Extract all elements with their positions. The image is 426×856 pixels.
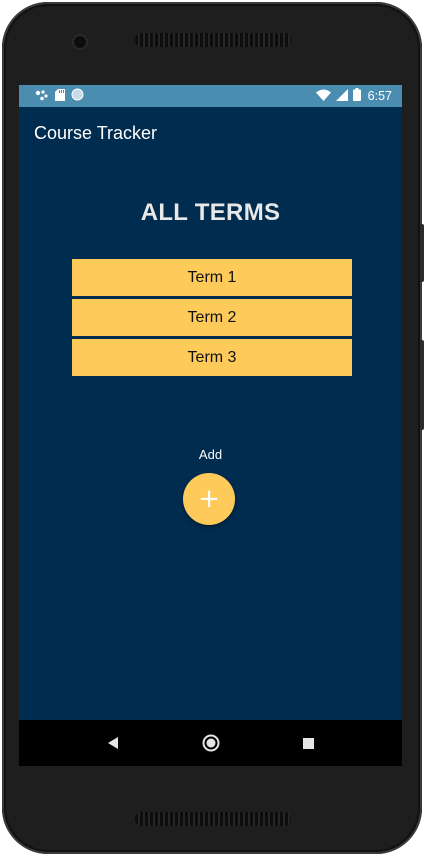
signal-icon	[335, 88, 348, 104]
add-term-button[interactable]: +	[183, 473, 235, 525]
status-time: 6:57	[367, 89, 392, 103]
term-button-1[interactable]: Term 1	[72, 259, 352, 296]
sd-card-icon	[55, 88, 65, 104]
app-bar: Course Tracker	[19, 107, 402, 159]
term-list: Term 1 Term 2 Term 3	[72, 259, 352, 379]
plus-icon: +	[198, 484, 220, 514]
top-speaker	[135, 33, 291, 47]
back-button[interactable]	[100, 730, 126, 756]
home-icon	[202, 734, 219, 752]
status-bar: 6:57	[19, 85, 402, 107]
back-icon	[108, 737, 118, 749]
screen: 6:57 Course Tracker ALL TERMS Term 1 Ter…	[19, 85, 402, 766]
status-right-icons: 6:57	[315, 88, 392, 104]
power-button	[420, 340, 424, 430]
front-camera	[74, 36, 86, 48]
bottom-speaker	[135, 812, 291, 826]
add-label: Add	[198, 447, 223, 462]
circle-icon	[71, 88, 84, 104]
nav-bar	[19, 720, 402, 766]
assistant-icon	[35, 89, 49, 104]
recents-icon	[302, 737, 314, 749]
status-left-icons	[35, 88, 84, 104]
page-title: ALL TERMS	[140, 199, 281, 226]
app-title: Course Tracker	[34, 122, 158, 143]
recents-button[interactable]	[295, 730, 321, 756]
term-button-3[interactable]: Term 3	[72, 339, 352, 376]
battery-icon	[352, 88, 361, 104]
wifi-icon	[315, 89, 331, 104]
term-button-2[interactable]: Term 2	[72, 299, 352, 336]
home-button[interactable]	[198, 730, 224, 756]
volume-button	[420, 224, 424, 282]
